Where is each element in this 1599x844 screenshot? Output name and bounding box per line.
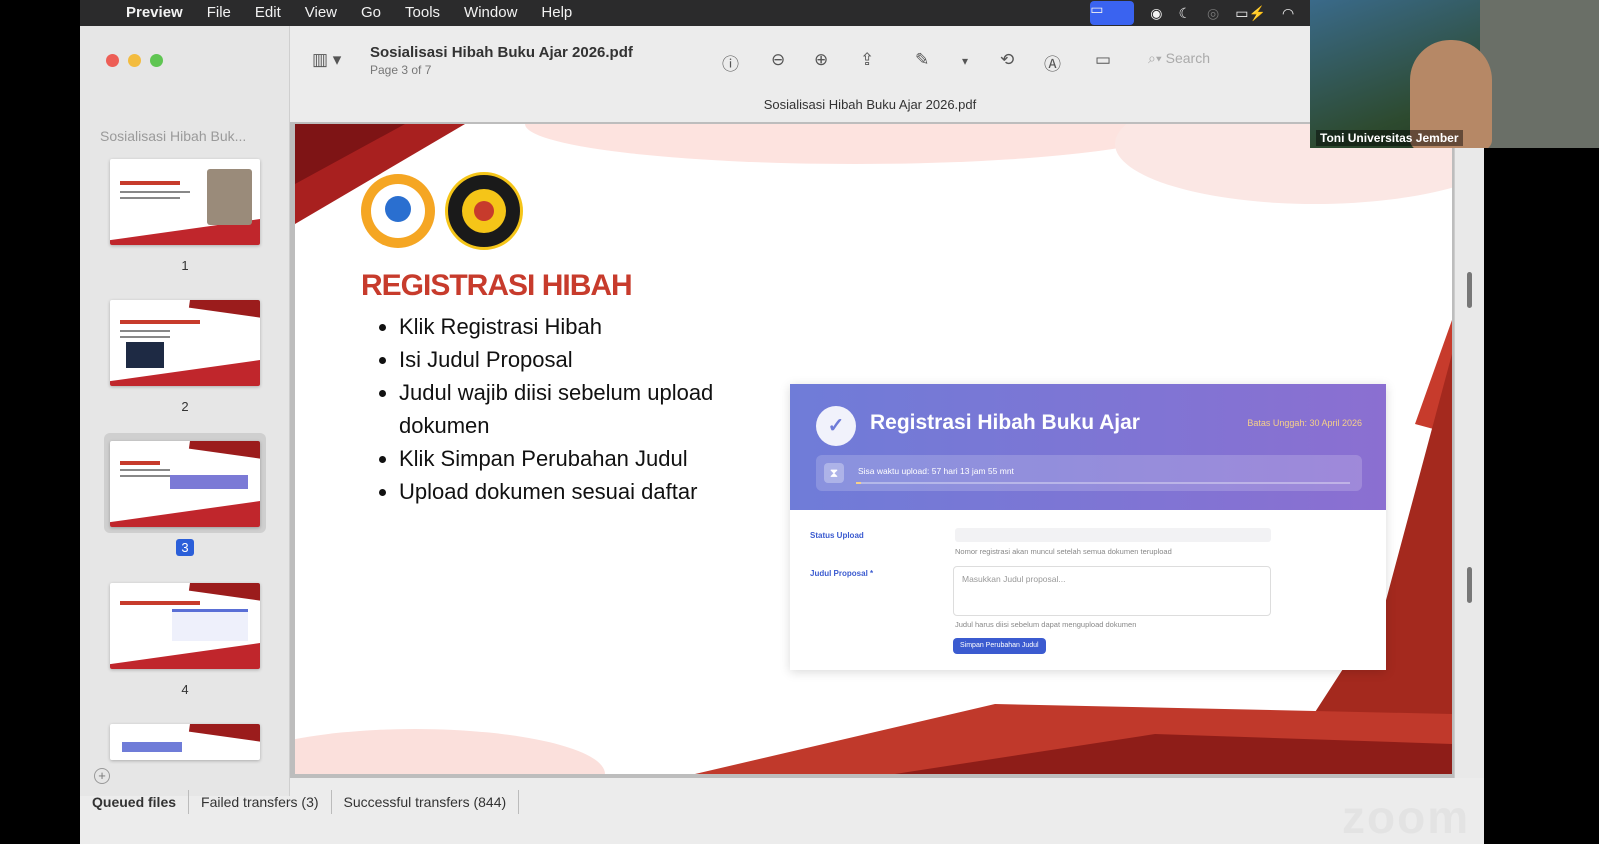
zoom-out-icon[interactable]: ⊖ (771, 50, 785, 70)
page-thumbnail-1[interactable] (110, 159, 260, 245)
menu-tools[interactable]: Tools (393, 0, 452, 26)
menu-app-name[interactable]: Preview (114, 0, 195, 26)
hourglass-icon: ⧗ (824, 463, 844, 483)
selected-page-badge: 3 (176, 539, 194, 556)
form-header: ✓ Registrasi Hibah Buku Ajar Batas Ungga… (790, 384, 1386, 510)
page-number-4: 4 (181, 682, 189, 697)
sidebar-toggle-icon[interactable]: ▥ ▾ (312, 50, 341, 70)
instruction-item: Klik Simpan Perubahan Judul (399, 442, 739, 475)
window-title: Sosialisasi Hibah Buku Ajar 2026.pdf (763, 97, 977, 112)
search-placeholder: Search (1165, 50, 1210, 66)
page-thumbnail-4[interactable] (110, 583, 260, 669)
form-title: Registrasi Hibah Buku Ajar (870, 411, 1140, 434)
menu-file[interactable]: File (195, 0, 243, 26)
participant-video: Toni Universitas Jember (1310, 0, 1599, 148)
slide-heading: REGISTRASI HIBAH (361, 269, 633, 302)
instruction-item: Klik Registrasi Hibah (399, 310, 739, 343)
minimize-window-button[interactable] (128, 54, 141, 67)
save-title-button: Simpan Perubahan Judul (953, 638, 1046, 654)
page-number-2: 2 (181, 399, 189, 414)
close-window-button[interactable] (106, 54, 119, 67)
annotate-icon[interactable]: Ⓐ (1044, 50, 1061, 75)
status-upload-value (955, 528, 1271, 542)
transfer-tabs: Queued files Failed transfers (3) Succes… (80, 790, 1484, 814)
tab-queued-files[interactable]: Queued files (80, 790, 190, 814)
page-thumbnail-5[interactable] (110, 724, 260, 760)
menu-go[interactable]: Go (349, 0, 393, 26)
hotspot-icon[interactable]: ◉ (1150, 5, 1162, 22)
do-not-disturb-icon[interactable]: ☾ (1178, 5, 1191, 22)
rotate-icon[interactable]: ⟲ (1000, 50, 1014, 70)
participant-name: Toni Universitas Jember (1316, 130, 1463, 146)
form-fill-icon[interactable]: ▭ (1095, 50, 1111, 70)
sidebar-title: Sosialisasi Hibah Buk... (100, 128, 247, 144)
timer-progress (856, 482, 1350, 484)
instruction-list: Klik Registrasi Hibah Isi Judul Proposal… (379, 310, 739, 508)
scrollbar-thumb[interactable] (1467, 272, 1472, 308)
proposal-title-label: Judul Proposal * (810, 569, 874, 578)
diktisaintek-logo (361, 174, 435, 248)
scrollbar-thumb[interactable] (1467, 567, 1472, 603)
zoom-watermark: zoom (1342, 791, 1471, 843)
proposal-title-input: Masukkan Judul proposal... (953, 566, 1271, 616)
info-icon[interactable]: ⓘ (722, 50, 739, 75)
page-thumbnail-3[interactable] (110, 441, 260, 527)
menu-bar: Preview File Edit View Go Tools Window H… (80, 0, 1336, 26)
instruction-item: Judul wajib diisi sebelum upload dokumen (399, 376, 739, 442)
zoom-window-button[interactable] (150, 54, 163, 67)
universitas-jember-logo (445, 172, 523, 250)
airdrop-icon[interactable]: ◎ (1207, 5, 1219, 22)
menu-window[interactable]: Window (452, 0, 529, 26)
markup-pen-icon[interactable]: ✎ (915, 50, 929, 70)
share-icon[interactable]: ⇪ (860, 50, 874, 70)
status-upload-label: Status Upload (810, 531, 864, 540)
search-icon: ⌕▾ (1148, 50, 1162, 66)
add-page-icon[interactable]: + (94, 768, 110, 784)
preview-window: Sosialisasi Hibah Buk... 1 2 3 4 + ▥ ▾ S… (80, 26, 1484, 844)
slide-page-3: REGISTRASI HIBAH Klik Registrasi Hibah I… (295, 124, 1452, 774)
page-number-1: 1 (181, 258, 189, 273)
document-area: REGISTRASI HIBAH Klik Registrasi Hibah I… (290, 122, 1454, 778)
check-icon: ✓ (816, 406, 856, 446)
page-thumbnail-2[interactable] (110, 300, 260, 386)
upload-timer: ⧗ Sisa waktu upload: 57 hari 13 jam 55 m… (816, 455, 1362, 491)
instruction-item: Isi Judul Proposal (399, 343, 739, 376)
registration-form-screenshot: ✓ Registrasi Hibah Buku Ajar Batas Ungga… (790, 384, 1386, 670)
menu-edit[interactable]: Edit (243, 0, 293, 26)
page-number-3: 3 (80, 539, 290, 556)
status-hint: Nomor registrasi akan muncul setelah sem… (955, 547, 1172, 556)
toolbar: ▥ ▾ Sosialisasi Hibah Buku Ajar 2026.pdf… (290, 26, 1310, 116)
menu-help[interactable]: Help (529, 0, 584, 26)
screen-share-icon[interactable]: ▭ (1090, 1, 1135, 25)
scroll-strip (1454, 122, 1484, 778)
tab-failed-transfers[interactable]: Failed transfers (3) (189, 790, 332, 814)
status-icons: ▭ ◉ ☾ ◎ ▭⚡ ◠ ⌕ (1090, 1, 1336, 25)
thumbnail-sidebar: Sosialisasi Hibah Buk... 1 2 3 4 + (80, 26, 290, 796)
proposal-hint: Judul harus diisi sebelum dapat menguplo… (955, 620, 1137, 629)
battery-icon[interactable]: ▭⚡ (1235, 5, 1266, 22)
page-status: Page 3 of 7 (370, 63, 432, 77)
document-title: Sosialisasi Hibah Buku Ajar 2026.pdf (370, 44, 633, 61)
menu-view[interactable]: View (293, 0, 349, 26)
timer-text: Sisa waktu upload: 57 hari 13 jam 55 mnt (858, 466, 1014, 476)
search-field[interactable]: ⌕▾ Search (1148, 50, 1210, 67)
markup-dropdown-icon[interactable]: ▾ (962, 54, 968, 68)
wifi-icon[interactable]: ◠ (1282, 5, 1294, 22)
zoom-in-icon[interactable]: ⊕ (814, 50, 828, 70)
deadline-badge: Batas Unggah: 30 April 2026 (1247, 418, 1362, 428)
tab-successful-transfers[interactable]: Successful transfers (844) (332, 790, 520, 814)
instruction-item: Upload dokumen sesuai daftar (399, 475, 739, 508)
